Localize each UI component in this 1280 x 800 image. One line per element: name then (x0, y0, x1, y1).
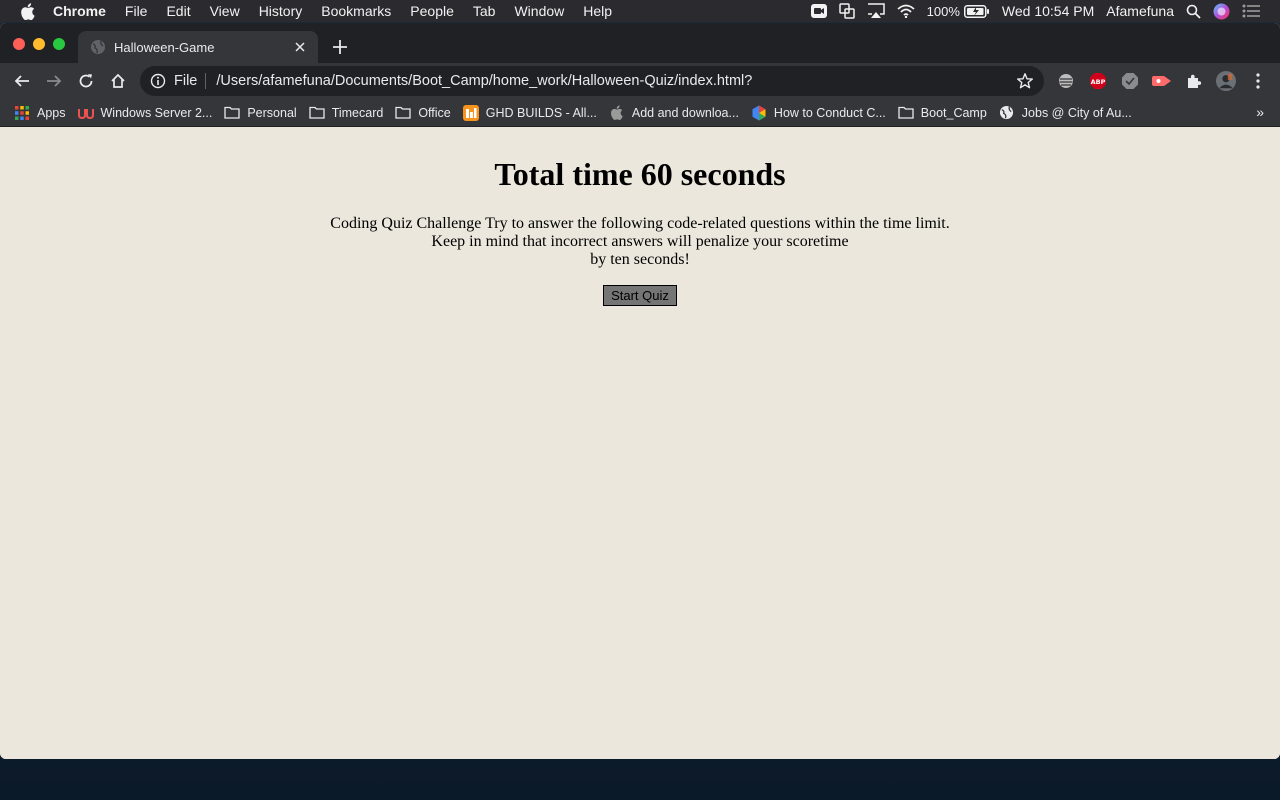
menu-edit[interactable]: Edit (166, 3, 190, 19)
profile-avatar[interactable] (1216, 71, 1236, 91)
menu-help[interactable]: Help (583, 3, 612, 19)
url-text[interactable]: /Users/afamefuna/Documents/Boot_Camp/hom… (216, 73, 1016, 89)
screencast-extension-icon[interactable] (1152, 71, 1172, 91)
tab-halloween-game[interactable]: Halloween-Game (78, 31, 318, 63)
address-bar[interactable]: File /Users/afamefuna/Documents/Boot_Cam… (140, 66, 1044, 96)
ghd-icon (462, 104, 479, 121)
bookmark-label: GHD BUILDS - All... (485, 105, 597, 120)
siri-icon[interactable] (1213, 3, 1230, 20)
bookmark-label: Jobs @ City of Au... (1021, 105, 1132, 120)
att-extension-icon[interactable] (1056, 71, 1076, 91)
bookmark-star-icon[interactable] (1016, 72, 1034, 90)
spotlight-icon[interactable] (1186, 4, 1201, 19)
battery-percentage: 100% (926, 3, 960, 19)
browser-toolbar: File /Users/afamefuna/Documents/Boot_Cam… (0, 63, 1280, 99)
window-controls (13, 38, 73, 50)
omnibox-separator (205, 73, 207, 89)
screens-icon[interactable] (838, 3, 855, 19)
adblock-plus-icon[interactable]: ABP (1088, 71, 1108, 91)
bookmark-how-to-conduct[interactable]: How to Conduct C... (751, 105, 886, 121)
macos-menu-bar: Chrome File Edit View History Bookmarks … (0, 0, 1280, 22)
shield-extension-icon[interactable] (1120, 71, 1140, 91)
clock[interactable]: Wed 10:54 PM (1002, 3, 1094, 19)
zoom-window-button[interactable] (53, 38, 65, 50)
folder-icon (395, 105, 411, 121)
user-name[interactable]: Afamefuna (1106, 3, 1174, 19)
bookmark-label: Personal (247, 105, 297, 120)
bookmark-apps[interactable]: Apps (14, 105, 66, 121)
site-info-icon[interactable] (150, 73, 166, 89)
page-title: Total time 60 seconds (494, 156, 786, 192)
intro-line: Coding Quiz Challenge Try to answer the … (330, 215, 950, 232)
battery-icon[interactable] (963, 4, 990, 18)
bookmark-boot-camp[interactable]: Boot_Camp (898, 105, 987, 121)
folder-icon (898, 105, 914, 121)
extensions-puzzle-icon[interactable] (1184, 71, 1204, 91)
bookmark-label: Apps (37, 105, 66, 120)
menu-bar-status-area: 100% Wed 10:54 PM Afamefuna (810, 0, 1280, 22)
browser-window: Halloween-Game File /Users/afamefuna/Doc… (0, 23, 1280, 759)
bookmark-personal[interactable]: Personal (224, 105, 297, 121)
svg-text:ABP: ABP (1091, 78, 1106, 86)
menu-history[interactable]: History (259, 3, 303, 19)
bookmark-jobs-city[interactable]: Jobs @ City of Au... (999, 105, 1132, 121)
bookmark-label: Windows Server 2... (100, 105, 213, 120)
chrome-menu-icon[interactable] (1248, 71, 1268, 91)
bookmark-add-and-download[interactable]: Add and downloa... (609, 105, 739, 121)
bookmark-office[interactable]: Office (395, 105, 451, 121)
home-button[interactable] (102, 67, 134, 95)
extensions-area: ABP (1056, 67, 1280, 95)
menu-window[interactable]: Window (514, 3, 564, 19)
bookmark-ghd-builds[interactable]: GHD BUILDS - All... (462, 104, 597, 121)
menu-file[interactable]: File (125, 3, 148, 19)
web-page-content: Total time 60 seconds Coding Quiz Challe… (0, 134, 1280, 759)
back-button[interactable] (6, 67, 38, 95)
bookmarks-overflow-button[interactable]: » (1256, 104, 1264, 120)
notification-center-icon[interactable] (1242, 4, 1260, 18)
menu-app-chrome[interactable]: Chrome (53, 3, 106, 19)
reload-button[interactable] (70, 67, 102, 95)
wifi-icon[interactable] (897, 4, 915, 18)
start-quiz-button[interactable]: Start Quiz (603, 285, 677, 306)
tab-strip: Halloween-Game (0, 23, 1280, 63)
folder-icon (309, 105, 325, 121)
zoom-icon[interactable] (810, 4, 827, 18)
airplay-icon[interactable] (867, 3, 885, 19)
quiz-intro-text: Coding Quiz Challenge Try to answer the … (0, 215, 1280, 269)
globe-favicon-icon (90, 39, 106, 55)
bookmark-label: Office (418, 105, 451, 120)
menu-bookmarks[interactable]: Bookmarks (321, 3, 391, 19)
apple-icon (609, 105, 625, 121)
apps-grid-icon (14, 105, 30, 121)
bookmark-label: Add and downloa... (631, 105, 739, 120)
intro-line: by ten seconds! (590, 251, 690, 268)
udemy-icon (77, 105, 94, 121)
menu-tab[interactable]: Tab (473, 3, 496, 19)
bookmark-label: Boot_Camp (920, 105, 987, 120)
menu-view[interactable]: View (210, 3, 240, 19)
close-window-button[interactable] (13, 38, 25, 50)
new-tab-button[interactable] (330, 37, 350, 57)
folder-icon (224, 105, 240, 121)
globe-icon (999, 105, 1015, 121)
bookmarks-bar: Apps Windows Server 2... Personal Timeca… (0, 99, 1280, 127)
bookmark-timecard[interactable]: Timecard (309, 105, 384, 121)
bookmark-windows-server[interactable]: Windows Server 2... (77, 105, 213, 121)
hexagon-icon (751, 105, 767, 121)
apple-menu-icon[interactable] (20, 2, 36, 20)
minimize-window-button[interactable] (33, 38, 45, 50)
close-tab-icon[interactable] (292, 39, 308, 55)
bookmark-label: How to Conduct C... (773, 105, 886, 120)
bookmark-label: Timecard (331, 105, 384, 120)
tab-title: Halloween-Game (114, 39, 215, 55)
menu-people[interactable]: People (410, 3, 454, 19)
scheme-label: File (174, 73, 198, 89)
forward-button[interactable] (38, 67, 70, 95)
intro-line: Keep in mind that incorrect answers will… (431, 233, 849, 250)
